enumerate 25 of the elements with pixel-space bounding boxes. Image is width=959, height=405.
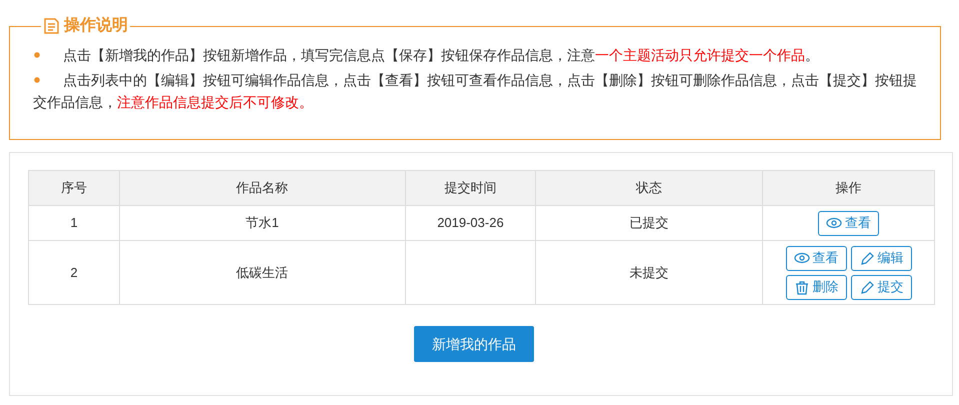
table-cell: 节水1 [246,215,279,230]
table-cell: 已提交 [630,215,669,230]
table-cell: 2019-03-26 [437,215,504,230]
table-cell: 未提交 [630,264,669,280]
column-header: 操作 [762,170,934,206]
table-cell: 低碳生活 [236,264,288,280]
trash-icon [794,280,810,294]
pencil-icon [858,250,875,266]
eye-icon [826,216,842,230]
column-header: 状态 [536,170,763,206]
view-button[interactable]: 查看 [786,246,847,270]
table-cell: 1 [70,215,78,230]
edit-button[interactable]: 编辑 [850,246,912,270]
view-button[interactable]: 查看 [818,210,880,236]
column-header: 作品名称 [119,170,406,206]
delete-button[interactable]: 删除 [786,274,847,300]
add-work-button[interactable]: 新增我的作品 [414,326,534,362]
table-cell: 2 [70,264,78,280]
pencil-icon [858,280,875,294]
document-icon [43,17,60,35]
submit-button[interactable]: 提交 [850,274,912,300]
column-header: 提交时间 [405,170,536,206]
column-header: 序号 [28,170,120,206]
section-title: 操作说明 [64,16,128,36]
eye-icon [794,250,810,266]
